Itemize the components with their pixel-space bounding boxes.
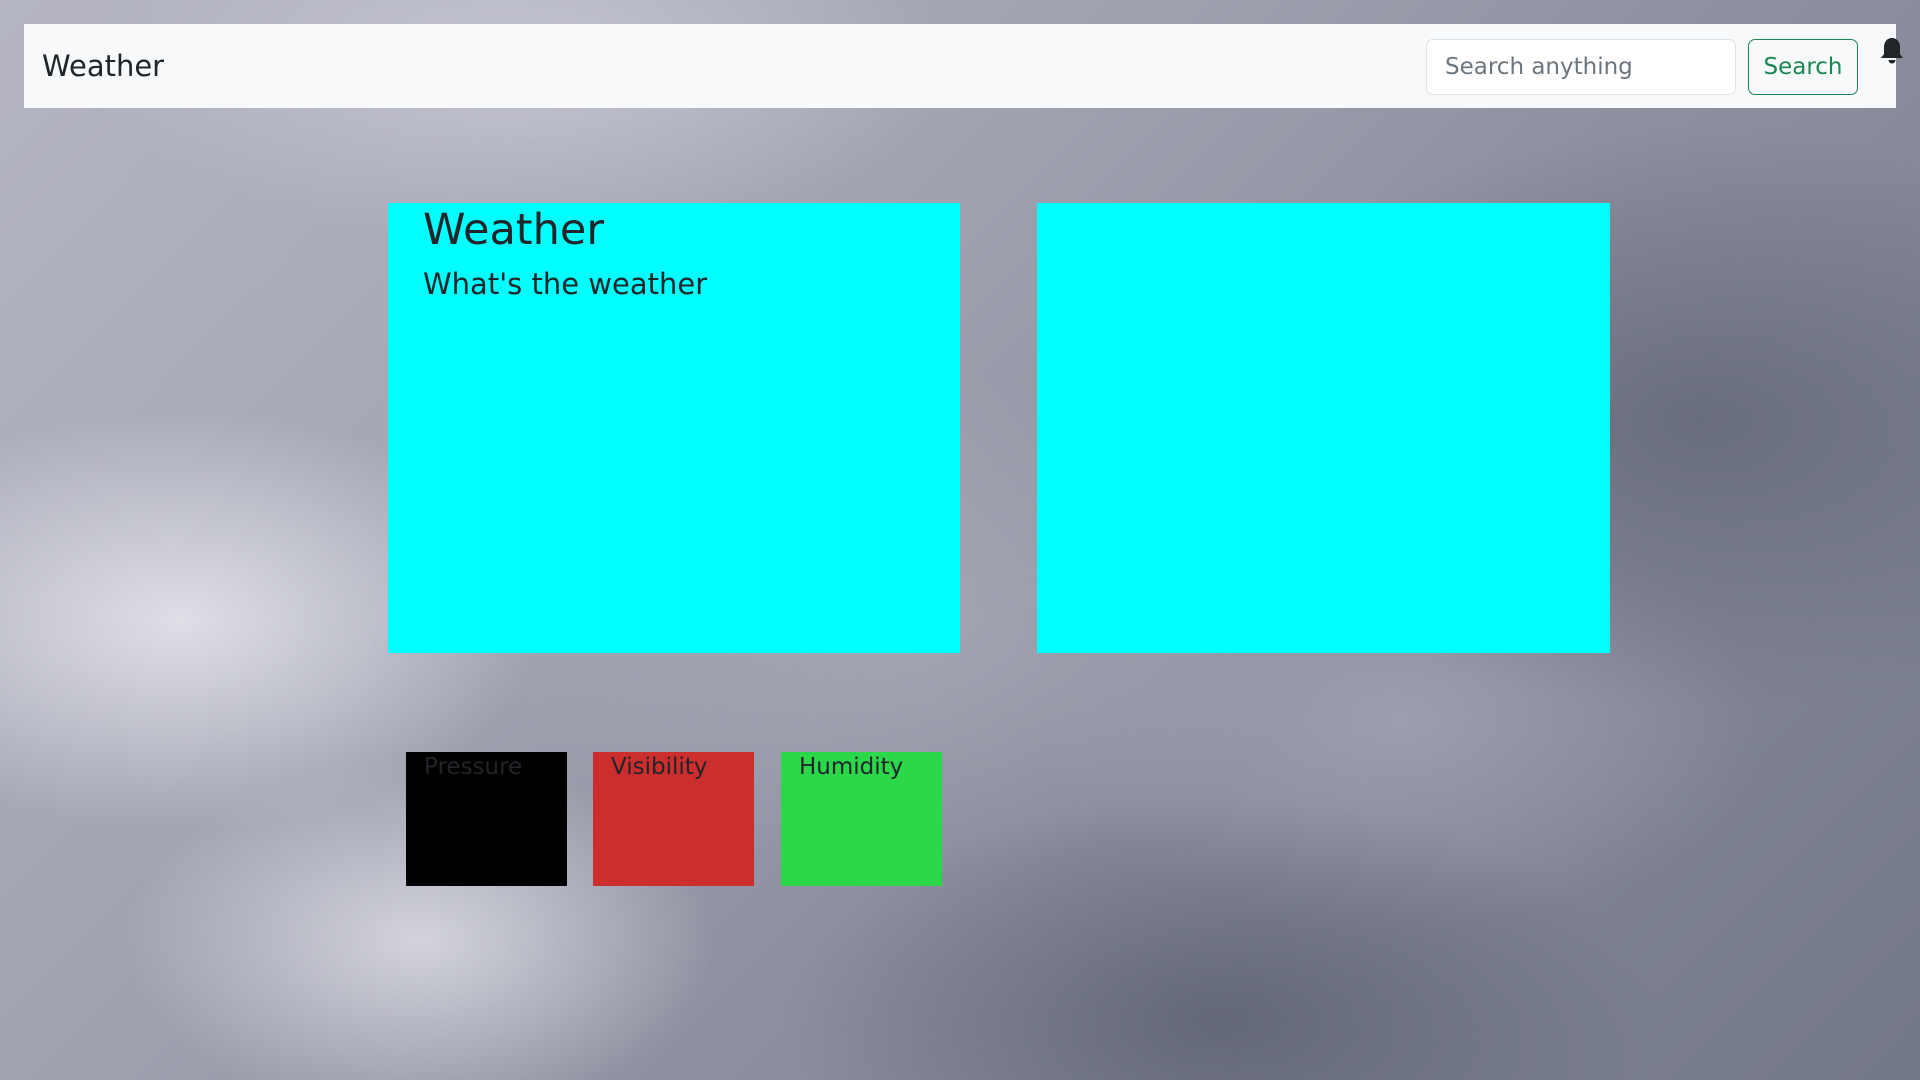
humidity-tile: Humidity bbox=[781, 752, 942, 886]
pressure-tile: Pressure bbox=[406, 752, 567, 886]
search-input[interactable] bbox=[1426, 39, 1736, 95]
navbar: Weather Search bbox=[24, 24, 1903, 108]
humidity-label: Humidity bbox=[799, 754, 904, 780]
weather-detail-card bbox=[1037, 203, 1610, 653]
card-title: Weather bbox=[423, 205, 605, 255]
bell-icon[interactable] bbox=[1879, 36, 1905, 66]
visibility-label: Visibility bbox=[611, 754, 708, 780]
search-button[interactable]: Search bbox=[1748, 39, 1858, 95]
visibility-tile: Visibility bbox=[593, 752, 754, 886]
weather-card: Weather What's the weather bbox=[388, 203, 960, 653]
card-subtitle: What's the weather bbox=[423, 267, 708, 301]
brand-title[interactable]: Weather bbox=[42, 49, 164, 83]
pressure-label: Pressure bbox=[424, 754, 523, 780]
